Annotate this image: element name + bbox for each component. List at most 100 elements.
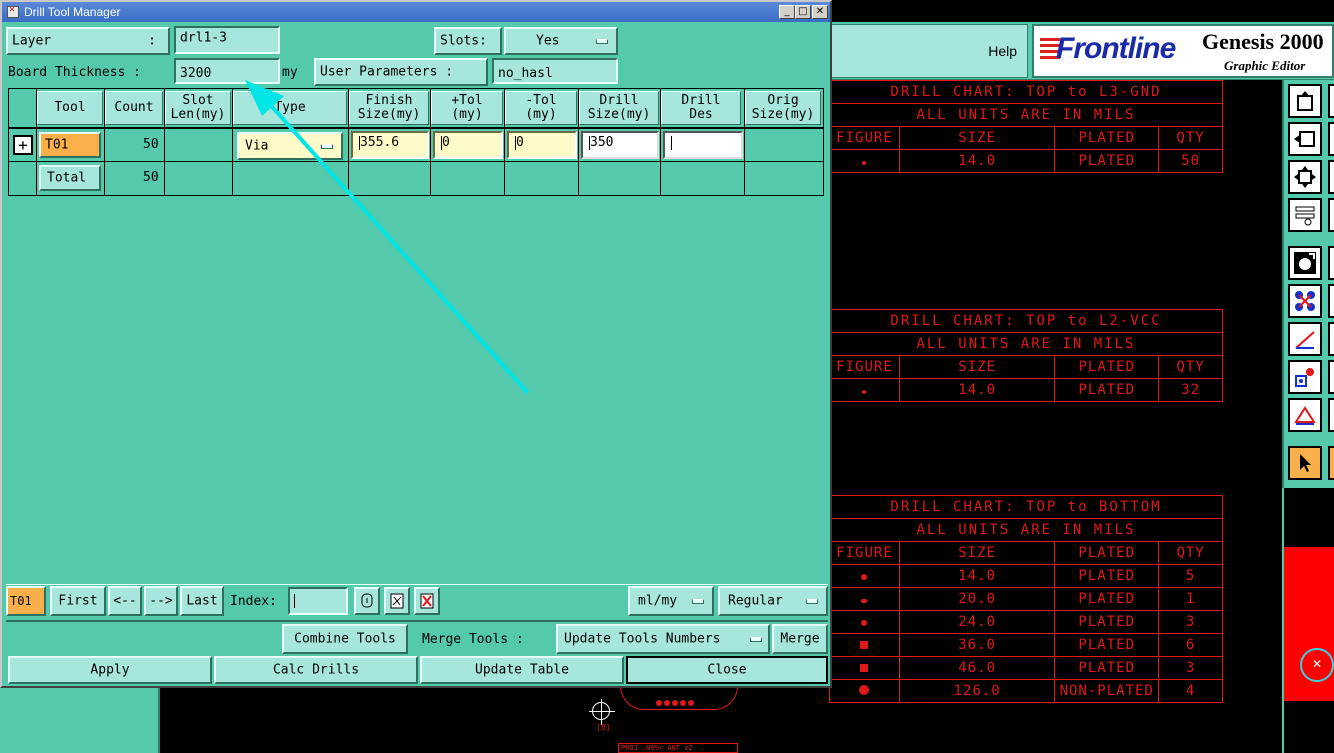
last-button[interactable]: Last <box>180 586 224 616</box>
toolbar-stub[interactable] <box>1328 398 1334 432</box>
drill-size-input[interactable]: 350 <box>581 131 659 159</box>
lock-icon[interactable] <box>354 587 380 615</box>
select-pointer-icon[interactable] <box>1288 446 1322 480</box>
chart-cell-qty: 50 <box>1158 149 1223 173</box>
close-button[interactable]: Close <box>626 656 828 684</box>
maximize-button[interactable]: □ <box>795 5 811 19</box>
toolbar-stub[interactable] <box>1328 122 1334 156</box>
slots-dropdown[interactable]: Yes <box>504 27 618 55</box>
col-header-plus-tol[interactable]: +Tol (my) <box>431 91 503 125</box>
board-thickness-input[interactable]: 3200 <box>174 58 280 84</box>
minimize-button[interactable]: _ <box>779 5 795 19</box>
col-header-tool[interactable]: Tool <box>37 91 103 125</box>
net-tool-icon[interactable] <box>1288 284 1322 318</box>
toolbar-stub[interactable] <box>1328 160 1334 194</box>
layer-colon: : <box>148 33 156 49</box>
plus-tol-input[interactable]: 0 <box>433 131 503 159</box>
total-button[interactable]: Total <box>39 165 101 191</box>
pad-tool-icon[interactable] <box>1288 246 1322 280</box>
type-dropdown[interactable]: Via <box>237 132 343 160</box>
grid-line <box>744 89 745 195</box>
chart-row: 36.0 PLATED 6 <box>829 633 1223 657</box>
update-tools-numbers-dropdown[interactable]: Update Tools Numbers <box>556 624 770 654</box>
apply-label: Apply <box>90 662 130 678</box>
index-label: Index: <box>230 594 277 609</box>
chart-units: ALL UNITS ARE IN MILS <box>829 332 1223 356</box>
minus-tol-input[interactable]: 0 <box>507 131 577 159</box>
toolbar-stub[interactable] <box>1328 84 1334 118</box>
apply-button[interactable]: Apply <box>8 656 212 684</box>
line-tool-icon[interactable] <box>1288 322 1322 356</box>
chart-cell-size: 46.0 <box>898 656 1056 680</box>
angle-tool-icon[interactable] <box>1288 398 1322 432</box>
layer-input[interactable]: drl1-3 <box>174 26 280 54</box>
fit-tool-icon[interactable] <box>1288 160 1322 194</box>
user-parameters-input[interactable]: no_hasl <box>492 58 618 84</box>
col-header-type[interactable]: Type <box>233 91 347 125</box>
toolbar-stub[interactable] <box>1328 360 1334 394</box>
next-button[interactable]: --> <box>144 586 178 616</box>
help-button[interactable]: Help <box>988 43 1017 59</box>
genesis-title: Genesis 2000 <box>1202 29 1324 54</box>
user-parameters-button[interactable]: User Parameters : <box>314 58 488 86</box>
col-header-orig-size[interactable]: Orig Size(my) <box>745 91 821 125</box>
snap-tool-icon[interactable] <box>1288 360 1322 394</box>
tool-cell-t01[interactable]: T01 <box>39 132 101 158</box>
close-label: Close <box>707 662 747 678</box>
search-icon[interactable] <box>384 587 410 615</box>
finish-size-input[interactable]: 355.6 <box>351 131 429 159</box>
expand-row-button[interactable]: + <box>13 135 33 155</box>
toolbar-stub[interactable] <box>1328 284 1334 318</box>
figure-symbol-icon <box>829 633 900 657</box>
pcb-pad <box>672 700 678 706</box>
grid-line <box>348 89 349 195</box>
calc-drills-label: Calc Drills <box>272 662 360 678</box>
dropdown-arrow-icon <box>692 599 704 604</box>
layer-value: drl1-3 <box>180 30 227 46</box>
move-left-tool-icon[interactable] <box>1288 122 1322 156</box>
window-titlebar[interactable]: Drill Tool Manager _ □ ✕ <box>2 2 830 22</box>
update-table-button[interactable]: Update Table <box>420 656 624 684</box>
col-header-drill-des[interactable]: Drill Des <box>661 91 741 125</box>
close-window-button[interactable]: ✕ <box>812 5 828 19</box>
figure-symbol-icon <box>829 656 900 680</box>
measure-tool-icon[interactable] <box>1288 198 1322 232</box>
merge-button[interactable]: Merge <box>772 624 828 654</box>
help-area[interactable]: Help <box>828 24 1028 78</box>
index-input[interactable] <box>288 587 348 615</box>
genesis-subtitle: Graphic Editor <box>1224 58 1306 73</box>
toolbar-stub[interactable] <box>1328 198 1334 232</box>
mode-dropdown[interactable]: Regular <box>718 586 828 616</box>
chart-title: DRILL CHART: TOP to BOTTOM <box>829 495 1223 519</box>
pcb-label-proj: PROJ .N99r ANT v2 <box>618 743 738 753</box>
toolbar-stub[interactable] <box>1328 322 1334 356</box>
dropdown-arrow-icon <box>321 144 333 149</box>
delete-icon[interactable] <box>414 587 440 615</box>
col-header-count[interactable]: Count <box>105 91 163 125</box>
update-table-label: Update Table <box>475 662 569 678</box>
col-header-finish-size[interactable]: Finish Size(my) <box>349 91 429 125</box>
tool-table-empty-area <box>8 198 826 582</box>
drill-des-input[interactable] <box>663 131 743 159</box>
move-up-tool-icon[interactable] <box>1288 84 1322 118</box>
chart-row: 46.0 PLATED 3 <box>829 656 1223 680</box>
layer-label-button[interactable]: Layer : <box>6 27 170 55</box>
col-header-slot-len[interactable]: Slot Len(my) <box>165 91 231 125</box>
col-header-drill-size[interactable]: Drill Size(my) <box>579 91 659 125</box>
plus-tol-value: 0 <box>442 135 450 150</box>
genesis-topbar: Help Frontline Genesis 2000 Graphic Edit… <box>828 22 1334 80</box>
chart-row: 14.0 PLATED 50 <box>829 149 1223 173</box>
app-icon <box>7 4 19 18</box>
pcb-pad <box>664 700 670 706</box>
calc-drills-button[interactable]: Calc Drills <box>214 656 418 684</box>
first-button[interactable]: First <box>50 586 106 616</box>
units-dropdown[interactable]: ml/my <box>628 586 714 616</box>
chart-cell-plated: NON-PLATED <box>1054 679 1160 703</box>
combine-tools-button[interactable]: Combine Tools <box>282 624 408 654</box>
prev-button[interactable]: <-- <box>108 586 142 616</box>
toolbar-stub[interactable] <box>1328 446 1334 480</box>
col-header-minus-tol[interactable]: -Tol (my) <box>505 91 577 125</box>
toolbar-stub[interactable] <box>1328 246 1334 280</box>
chart-cell-size: 36.0 <box>898 633 1056 657</box>
chart-title: DRILL CHART: TOP to L3-GND <box>829 80 1223 104</box>
